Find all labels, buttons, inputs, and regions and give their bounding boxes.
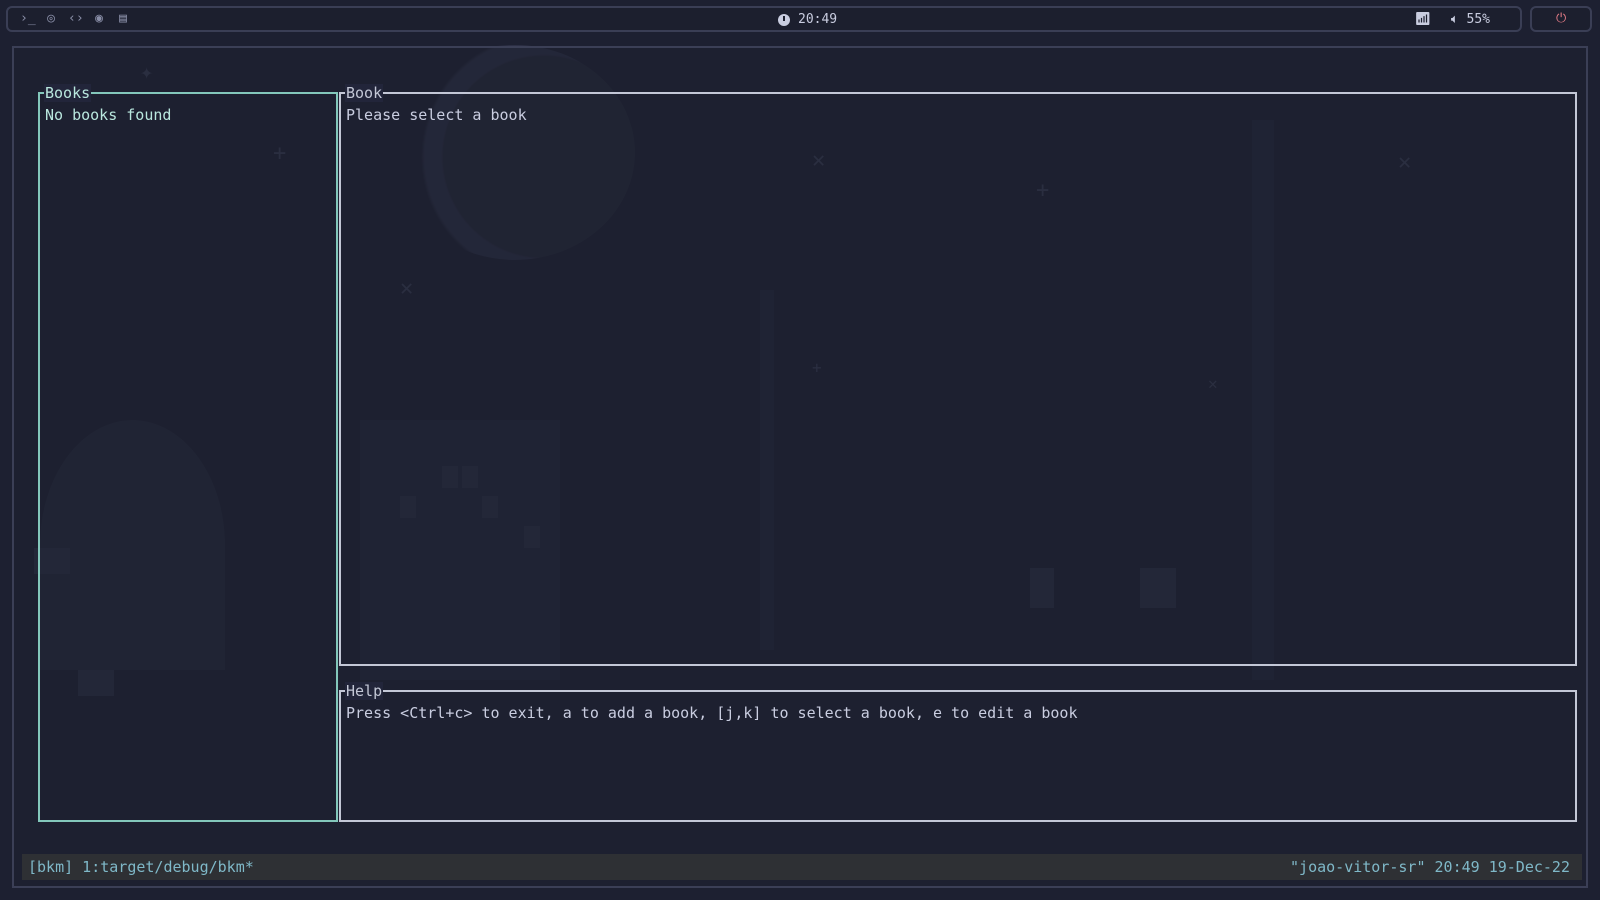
volume-control[interactable]: 🔈︎ 55% [1451,12,1490,27]
books-empty-message: No books found [45,106,172,124]
code-icon[interactable]: ‹› [68,11,84,26]
workspace-icons: ›_ ◎ ‹› ◉ ▤ [20,11,130,26]
book-panel-title: Book [345,84,384,102]
tmux-host-datetime: "joao-vitor-sr" 20:49 19-Dec-22 [1290,858,1570,876]
tmux-status-bar: [bkm] 1:target/debug/bkm* "joao-vitor-sr… [22,854,1582,880]
book-placeholder-message: Please select a book [346,106,527,124]
tmux-session-window[interactable]: [bkm] 1:target/debug/bkm* [28,858,254,876]
clock-time: 20:49 [798,12,838,27]
power-icon: ⏻ [1556,11,1567,26]
browser-icon[interactable]: ◎ [44,11,58,26]
help-panel: Help Press <Ctrl+c> to exit, a to add a … [339,682,1577,822]
books-panel-title: Books [44,84,92,102]
clock: 20:49 [778,12,837,27]
volume-level: 55% [1466,12,1490,27]
volume-icon: 🔈︎ [1450,12,1459,27]
document-icon[interactable]: ▤ [116,11,130,26]
help-text: Press <Ctrl+c> to exit, a to add a book,… [346,704,1078,722]
help-panel-title: Help [345,682,384,700]
power-menu[interactable]: ⏻ [1530,6,1592,32]
system-tray: 📶︎ 🔈︎ 55% [1414,12,1490,27]
top-bar: ›_ ◎ ‹› ◉ ▤ 20:49 📶︎ 🔈︎ 55% [6,6,1522,32]
terminal-window: Books No books found Book Please select … [12,46,1588,888]
music-icon[interactable]: ◉ [92,11,106,26]
clock-icon [778,13,790,26]
wifi-icon[interactable]: 📶︎ [1414,12,1431,27]
books-panel[interactable]: Books No books found [38,84,338,822]
book-panel[interactable]: Book Please select a book [339,84,1577,666]
terminal-icon[interactable]: ›_ [20,11,36,26]
